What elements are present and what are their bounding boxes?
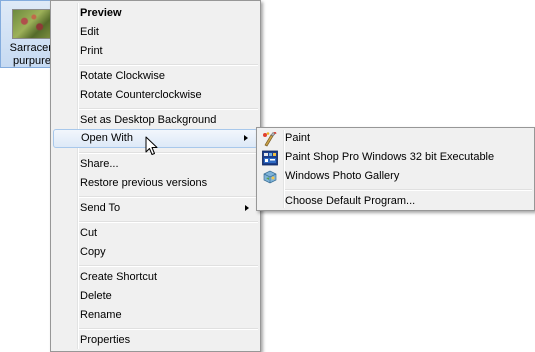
menu-separator	[285, 189, 532, 191]
menu-separator	[79, 265, 258, 267]
menu-item-create-shortcut[interactable]: Create Shortcut	[53, 268, 258, 287]
open-with-submenu: Paint Paint Shop Pro Windows 32 bit Exec…	[256, 127, 535, 211]
menu-item-delete[interactable]: Delete	[53, 287, 258, 306]
menu-item-rotate-clockwise[interactable]: Rotate Clockwise	[53, 67, 258, 86]
menu-item-copy[interactable]: Copy	[53, 243, 258, 262]
photo-gallery-icon	[263, 170, 277, 184]
menu-item-cut[interactable]: Cut	[53, 224, 258, 243]
menu-item-label: Send To	[80, 202, 121, 214]
menu-item-print[interactable]: Print	[53, 42, 258, 61]
menu-item-set-desktop-background[interactable]: Set as Desktop Background	[53, 111, 258, 130]
menu-separator	[79, 152, 258, 154]
menu-item-label: Restore previous versions	[80, 177, 208, 189]
menu-separator	[79, 64, 258, 66]
menu-item-label: Rotate Clockwise	[80, 70, 165, 82]
menu-separator	[79, 328, 258, 330]
menu-item-label: Open With	[81, 132, 133, 144]
menu-separator	[79, 221, 258, 223]
menu-item-rotate-counterclockwise[interactable]: Rotate Counterclockwise	[53, 86, 258, 105]
menu-item-label: Rename	[80, 309, 122, 321]
submenu-item-paint-shop-pro[interactable]: Paint Shop Pro Windows 32 bit Executable	[259, 148, 532, 167]
menu-item-label: Create Shortcut	[80, 271, 158, 283]
menu-item-label: Print	[80, 45, 103, 57]
menu-item-label: Delete	[80, 290, 112, 302]
context-menu: Preview Edit Print Rotate Clockwise Rota…	[50, 0, 261, 352]
menu-item-rename[interactable]: Rename	[53, 306, 258, 325]
menu-item-label: Rotate Counterclockwise	[80, 89, 202, 101]
submenu-item-label: Windows Photo Gallery	[285, 170, 400, 182]
menu-item-label: Share...	[80, 158, 119, 170]
paint-icon	[263, 131, 277, 147]
paint-shop-pro-icon	[262, 150, 278, 166]
menu-item-edit[interactable]: Edit	[53, 23, 258, 42]
submenu-item-label: Paint	[285, 132, 311, 144]
mouse-pointer-icon	[145, 136, 158, 155]
menu-item-label: Cut	[80, 227, 98, 239]
menu-item-properties[interactable]: Properties	[53, 331, 258, 350]
submenu-item-paint[interactable]: Paint	[259, 129, 532, 148]
menu-item-label: Properties	[80, 334, 131, 346]
menu-item-send-to[interactable]: Send To	[53, 199, 258, 218]
menu-item-label: Preview	[80, 7, 122, 19]
menu-separator	[79, 196, 258, 198]
menu-item-label: Set as Desktop Background	[80, 114, 217, 126]
submenu-item-label: Choose Default Program...	[285, 195, 416, 207]
menu-item-restore-previous-versions[interactable]: Restore previous versions	[53, 174, 258, 193]
menu-item-share[interactable]: Share...	[53, 155, 258, 174]
submenu-arrow-icon	[245, 205, 249, 211]
menu-item-label: Copy	[80, 246, 106, 258]
submenu-item-windows-photo-gallery[interactable]: Windows Photo Gallery	[259, 167, 532, 186]
submenu-item-choose-default-program[interactable]: Choose Default Program...	[259, 192, 532, 211]
menu-separator	[79, 108, 258, 110]
submenu-item-label: Paint Shop Pro Windows 32 bit Executable	[285, 151, 495, 163]
image-thumbnail-icon	[12, 9, 52, 39]
submenu-arrow-icon	[244, 135, 248, 141]
menu-item-label: Edit	[80, 26, 99, 38]
menu-item-preview[interactable]: Preview	[53, 4, 258, 23]
